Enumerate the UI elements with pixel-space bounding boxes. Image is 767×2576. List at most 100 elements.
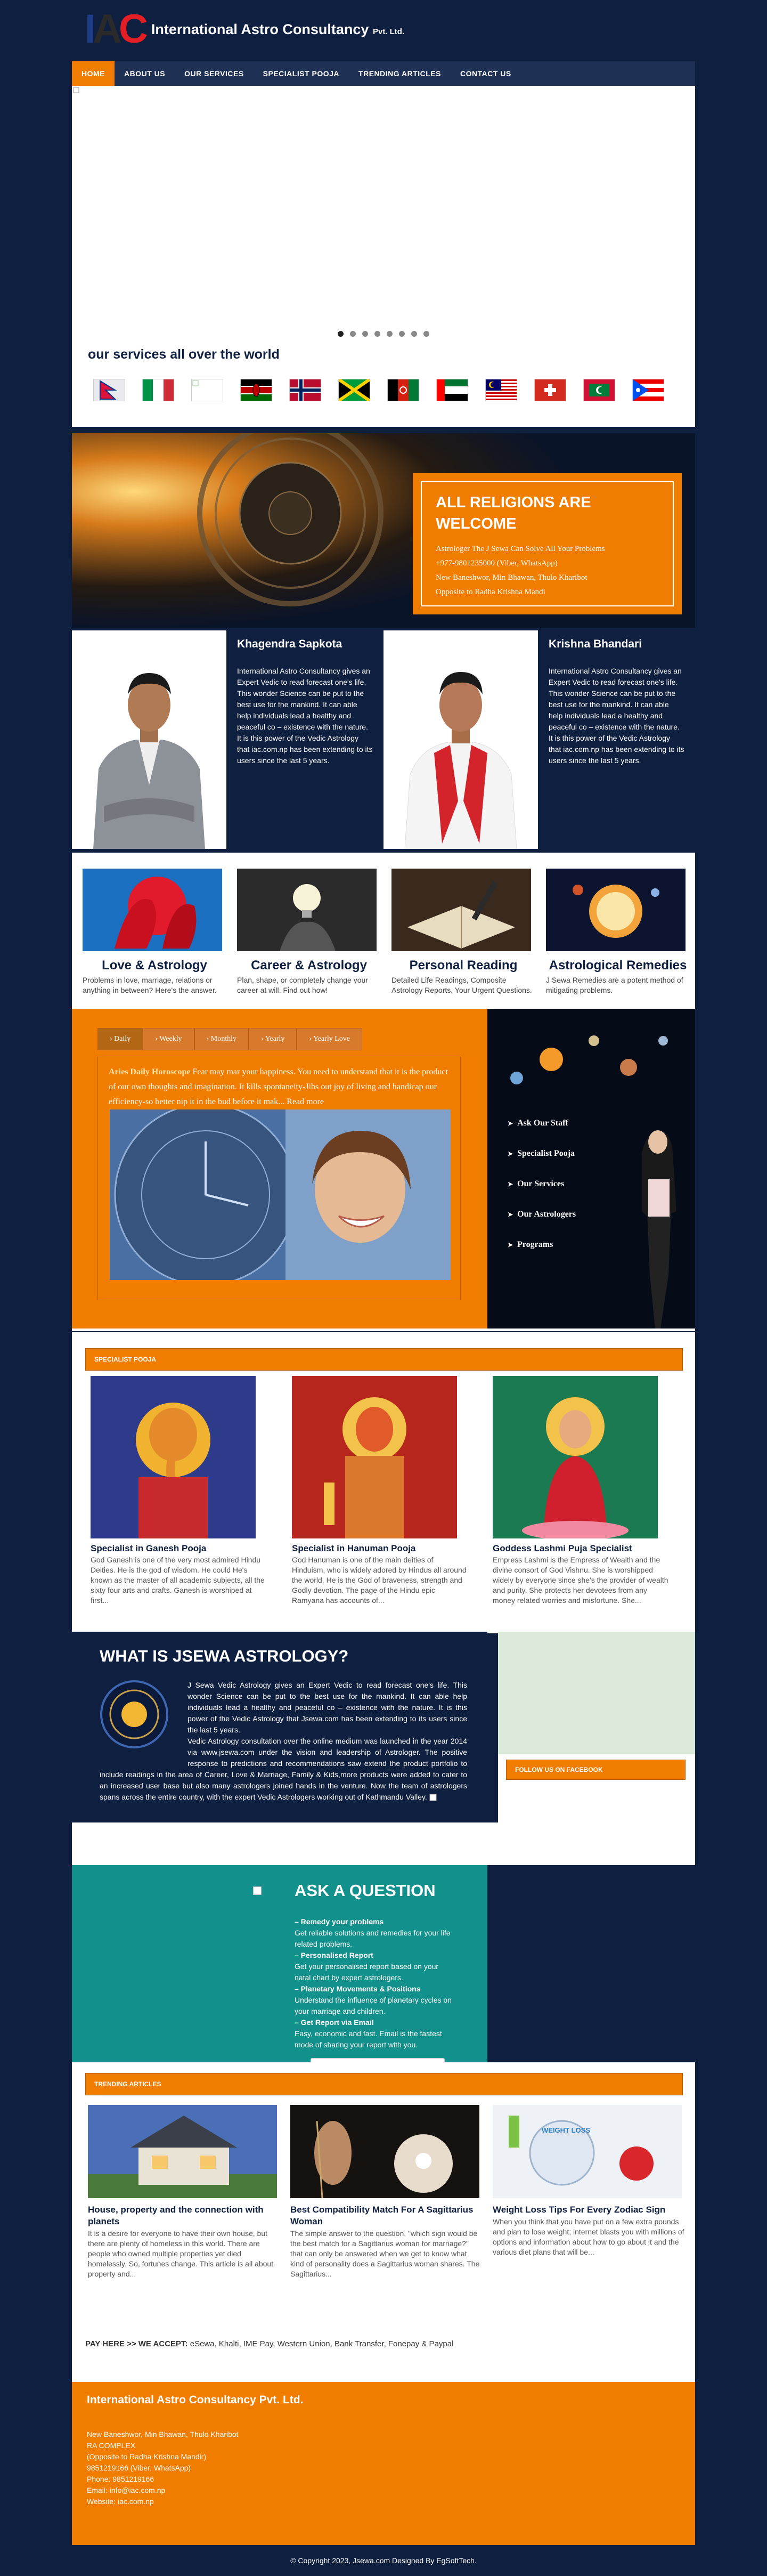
broken-image-icon	[429, 1794, 437, 1801]
pooja-card[interactable]: Specialist in Hanuman Pooja God Hanuman …	[292, 1376, 468, 1606]
footer-email[interactable]: Email: info@iac.com.np	[87, 2485, 239, 2496]
category-title: Personal Reading	[409, 958, 518, 973]
astrologer-name[interactable]: Krishna Bhandari	[549, 638, 684, 651]
astrologer-info: Khagendra Sapkota International Astro Co…	[226, 630, 384, 849]
slider-dot[interactable]	[350, 331, 356, 337]
specialist-pooja-section: SPECIALIST POOJA Specialist in Ganesh Po…	[72, 1332, 695, 1633]
broken-image-icon	[73, 87, 79, 93]
category-text: J Sewa Remedies are a potent method of m…	[546, 976, 683, 994]
astrologer-card: Khagendra Sapkota International Astro Co…	[72, 630, 384, 849]
category-title: Love & Astrology	[102, 958, 207, 973]
switzerland-flag-icon	[534, 379, 566, 401]
footer-website[interactable]: Website: iac.com.np	[87, 2496, 239, 2507]
categories-section: Love & Astrology Problems in love, marri…	[72, 853, 695, 1010]
religions-phone[interactable]: +977-9801235000 (Viber, WhatsApp)	[436, 556, 659, 571]
article-text: When you think that you have put on a fe…	[493, 2217, 684, 2256]
pay-methods-text: eSewa, Khalti, IME Pay, Western Union, B…	[187, 2339, 454, 2348]
religions-box: ALL RELIGIONS ARE WELCOME Astrologer The…	[413, 473, 682, 614]
slider-dot[interactable]	[423, 331, 429, 337]
section-header: SPECIALIST POOJA	[85, 1348, 683, 1371]
ask-title: ASK A QUESTION	[295, 1881, 436, 1900]
category-card[interactable]: Love & Astrology Problems in love, marri…	[83, 869, 226, 995]
slider-dot[interactable]	[387, 331, 393, 337]
footer-phone[interactable]: 9851219166 (Viber, WhatsApp)	[87, 2462, 239, 2474]
read-more-link[interactable]: Read more	[287, 1097, 324, 1106]
pooja-text: God Ganesh is one of the very most admir…	[91, 1556, 265, 1605]
category-card[interactable]: Career & Astrology Plan, shape, or compl…	[237, 869, 381, 995]
footer-phone[interactable]: Phone: 9851219166	[87, 2474, 239, 2485]
broken-image-icon	[253, 1886, 262, 1895]
pooja-title[interactable]: Specialist in Ganesh Pooja	[91, 1543, 266, 1554]
arrow-icon: ➤	[508, 1180, 513, 1188]
link-programs[interactable]: ➤ Programs	[508, 1237, 576, 1253]
slider-dot[interactable]	[374, 331, 380, 337]
site-header: IAC International Astro Consultancy Pvt.…	[72, 0, 695, 61]
norway-flag-icon	[289, 379, 321, 401]
jsewa-section: WHAT IS JSEWA ASTROLOGY? J Sewa Vedic As…	[72, 1632, 487, 1822]
arrow-icon: ➤	[508, 1241, 513, 1249]
italy-flag-icon	[142, 379, 174, 401]
maldives-flag-icon	[583, 379, 615, 401]
ask-item-text: Easy, economic and fast. Email is the fa…	[295, 2029, 442, 2049]
tab-monthly[interactable]: › Monthly	[194, 1028, 249, 1050]
copyright-bar: © Copyright 2023, Jsewa.com Designed By …	[72, 2545, 695, 2576]
ask-item-title: – Remedy your problems	[295, 1917, 384, 1926]
category-card[interactable]: Astrological Remedies J Sewa Remedies ar…	[546, 869, 690, 995]
lakshmi-image	[493, 1376, 658, 1540]
slider-dot[interactable]	[399, 331, 405, 337]
article-card[interactable]: Best Compatibility Match For A Sagittari…	[290, 2105, 482, 2279]
puerto-rico-flag-icon	[632, 379, 664, 401]
religions-line: New Baneshwor, Min Bhawan, Thulo Kharibo…	[436, 573, 588, 582]
slider-dot[interactable]	[411, 331, 417, 337]
article-title[interactable]: Weight Loss Tips For Every Zodiac Sign	[493, 2204, 684, 2216]
nav-services[interactable]: OUR SERVICES	[175, 61, 254, 86]
pooja-title[interactable]: Goddess Lashmi Puja Specialist	[493, 1543, 668, 1554]
pooja-card[interactable]: Goddess Lashmi Puja Specialist Empress L…	[493, 1376, 668, 1606]
footer-line: RA COMPLEX	[87, 2441, 136, 2450]
slider-dots	[72, 331, 695, 337]
religions-line: Opposite to Radha Krishna Mandi	[436, 588, 545, 596]
pooja-title[interactable]: Specialist in Hanuman Pooja	[292, 1543, 468, 1554]
nav-trending[interactable]: TRENDING ARTICLES	[349, 61, 451, 86]
astrologer-name[interactable]: Khagendra Sapkota	[237, 638, 373, 651]
ask-item-text: Get your personalised report based on yo…	[295, 1962, 439, 1982]
afghanistan-flag-icon	[387, 379, 419, 401]
tab-daily[interactable]: › Daily	[97, 1028, 143, 1050]
astrologer-bio: International Astro Consultancy gives an…	[549, 667, 684, 765]
article-card[interactable]: House, property and the connection with …	[88, 2105, 280, 2279]
article-title[interactable]: Best Compatibility Match For A Sagittari…	[290, 2204, 482, 2227]
house-image	[88, 2105, 277, 2198]
tab-yearly-love[interactable]: › Yearly Love	[297, 1028, 363, 1050]
nav-home[interactable]: HOME	[72, 61, 115, 86]
category-text: Plan, shape, or completely change your c…	[237, 976, 368, 994]
link-ask-our-staff[interactable]: ➤ Ask Our Staff	[508, 1115, 576, 1131]
horoscope-sign: Aries Daily Horoscope	[109, 1067, 191, 1076]
slider-dot[interactable]	[338, 331, 344, 337]
arrow-icon: ➤	[508, 1119, 513, 1127]
nepal-flag-icon	[93, 379, 125, 401]
pooja-card[interactable]: Specialist in Ganesh Pooja God Ganesh is…	[91, 1376, 266, 1606]
horoscope-tabs: › Daily › Weekly › Monthly › Yearly › Ye…	[97, 1028, 363, 1050]
religions-line: Astrologer The J Sewa Can Solve All Your…	[436, 545, 605, 553]
tab-yearly[interactable]: › Yearly	[249, 1028, 297, 1050]
link-our-astrologers[interactable]: ➤ Our Astrologers	[508, 1206, 576, 1222]
ask-item-title: – Planetary Movements & Positions	[295, 1984, 421, 1993]
slider-dot[interactable]	[362, 331, 368, 337]
footer-address: New Baneshwor, Min Bhawan, Thulo Kharibo…	[87, 2429, 239, 2507]
blank-flag-icon	[191, 379, 223, 401]
section-header: TRENDING ARTICLES	[85, 2073, 683, 2095]
article-card[interactable]: WEIGHT LOSS Weight Loss Tips For Every Z…	[493, 2105, 684, 2257]
arrow-icon: ➤	[508, 1149, 513, 1157]
site-logo[interactable]: IAC International Astro Consultancy Pvt.…	[85, 9, 404, 50]
link-specialist-pooja[interactable]: ➤ Specialist Pooja	[508, 1146, 576, 1162]
nav-about[interactable]: ABOUT US	[115, 61, 175, 86]
link-our-services[interactable]: ➤ Our Services	[508, 1176, 576, 1192]
nav-specialist-pooja[interactable]: SPECIALIST POOJA	[254, 61, 349, 86]
hero-slider	[72, 86, 695, 347]
article-text: It is a desire for everyone to have thei…	[88, 2229, 274, 2278]
tab-weekly[interactable]: › Weekly	[143, 1028, 194, 1050]
horoscope-panel: › Daily › Weekly › Monthly › Yearly › Ye…	[72, 1009, 487, 1328]
category-card[interactable]: Personal Reading Detailed Life Readings,…	[391, 869, 535, 995]
nav-contact[interactable]: CONTACT US	[451, 61, 521, 86]
article-title[interactable]: House, property and the connection with …	[88, 2204, 280, 2227]
